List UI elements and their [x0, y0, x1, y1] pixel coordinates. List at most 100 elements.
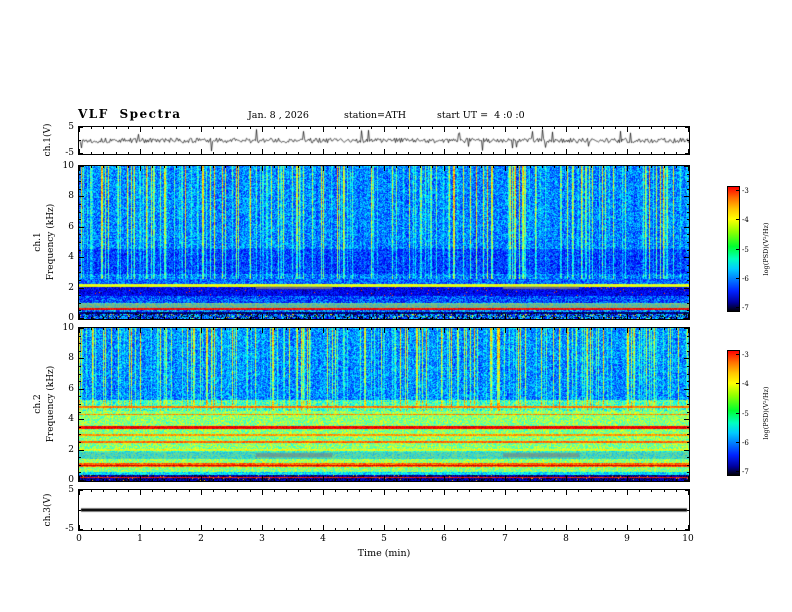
x-tick-mark — [128, 328, 129, 330]
x-tick-mark — [457, 490, 458, 492]
x-tick-mark — [371, 479, 372, 481]
y-tick-label: 4 — [68, 414, 74, 424]
x-tick-mark — [420, 317, 421, 319]
x-tick-mark — [225, 127, 226, 129]
x-tick-mark — [639, 152, 640, 154]
y-tick-mark — [79, 465, 81, 466]
x-tick-mark — [371, 490, 372, 492]
x-tick-mark — [566, 490, 567, 495]
x-tick-mark — [347, 152, 348, 154]
x-tick-mark — [396, 479, 397, 481]
y-tick-mark — [685, 490, 689, 491]
y-tick-mark — [687, 212, 689, 213]
x-tick-mark — [481, 479, 482, 481]
x-tick-mark — [578, 490, 579, 492]
x-tick-mark — [469, 317, 470, 319]
y-tick-mark — [684, 288, 689, 289]
x-tick-label: 4 — [320, 534, 326, 544]
x-tick-mark — [566, 149, 567, 154]
x-tick-mark — [651, 479, 652, 481]
y-tick-mark — [79, 257, 84, 258]
x-tick-mark — [457, 328, 458, 330]
y-tick-mark — [687, 404, 689, 405]
x-tick-mark — [384, 490, 385, 495]
x-tick-mark — [176, 127, 177, 129]
x-tick-mark — [554, 479, 555, 481]
x-tick-mark — [347, 127, 348, 129]
y-tick-mark — [79, 480, 84, 481]
x-tick-mark — [91, 528, 92, 530]
x-tick-mark — [505, 149, 506, 154]
x-tick-mark — [457, 127, 458, 129]
x-tick-label: 5 — [381, 534, 387, 544]
x-tick-mark — [274, 166, 275, 168]
y-tick-mark — [687, 366, 689, 367]
x-tick-mark — [639, 328, 640, 330]
x-tick-mark — [164, 166, 165, 168]
x-tick-mark — [140, 314, 141, 319]
x-tick-mark — [664, 317, 665, 319]
y-tick-mark — [79, 227, 84, 228]
y-tick-mark — [687, 351, 689, 352]
y-axis-label-ch1: ch.1 — [33, 232, 43, 252]
y-tick-label: 0 — [68, 313, 74, 323]
x-tick-mark — [262, 166, 263, 171]
x-tick-mark — [335, 127, 336, 129]
x-tick-mark — [517, 490, 518, 492]
x-tick-mark — [493, 490, 494, 492]
x-tick-mark — [627, 328, 628, 333]
x-tick-mark — [140, 166, 141, 171]
x-tick-mark — [664, 166, 665, 168]
x-tick-mark — [384, 166, 385, 171]
y-tick-mark — [687, 412, 689, 413]
y-tick-mark — [687, 181, 689, 182]
x-tick-mark — [505, 490, 506, 495]
colorbar-1 — [727, 186, 740, 312]
y-tick-mark — [79, 288, 84, 289]
x-tick-mark — [310, 479, 311, 481]
x-tick-mark — [505, 127, 506, 132]
x-tick-mark — [189, 152, 190, 154]
y-tick-mark — [79, 490, 83, 491]
x-tick-mark — [676, 166, 677, 168]
x-tick-mark — [542, 479, 543, 481]
x-tick-mark — [310, 328, 311, 330]
x-tick-mark — [176, 166, 177, 168]
y-tick-mark — [79, 234, 81, 235]
x-tick-mark — [493, 152, 494, 154]
x-tick-mark — [189, 328, 190, 330]
x-tick-mark — [542, 490, 543, 492]
x-tick-mark — [310, 152, 311, 154]
y-tick-label: 5 — [68, 485, 74, 495]
y-tick-mark — [79, 351, 81, 352]
x-tick-mark — [128, 528, 129, 530]
x-tick-mark — [505, 525, 506, 530]
colorbar-2-label: log(PSD)(V²/Hz) — [762, 386, 770, 440]
y-tick-mark — [687, 219, 689, 220]
x-tick-mark — [493, 127, 494, 129]
x-tick-mark — [359, 490, 360, 492]
x-tick-mark — [493, 317, 494, 319]
x-tick-mark — [335, 479, 336, 481]
colorbar-tick-mark — [736, 442, 739, 443]
ch3-waveform-panel — [78, 489, 690, 531]
y-tick-mark — [687, 234, 689, 235]
x-tick-mark — [103, 152, 104, 154]
x-tick-mark — [164, 479, 165, 481]
x-tick-mark — [444, 328, 445, 333]
x-tick-mark — [201, 166, 202, 171]
y-tick-mark — [79, 529, 83, 530]
x-tick-mark — [517, 528, 518, 530]
x-tick-mark — [578, 166, 579, 168]
x-tick-mark — [152, 490, 153, 492]
y-tick-mark — [684, 257, 689, 258]
x-tick-mark — [481, 528, 482, 530]
x-tick-mark — [237, 166, 238, 168]
x-tick-mark — [578, 127, 579, 129]
x-tick-mark — [615, 328, 616, 330]
x-tick-mark — [676, 528, 677, 530]
colorbar-tick-label: -6 — [742, 275, 749, 283]
y-tick-mark — [79, 265, 81, 266]
y-tick-mark — [684, 328, 689, 329]
x-tick-mark — [274, 317, 275, 319]
